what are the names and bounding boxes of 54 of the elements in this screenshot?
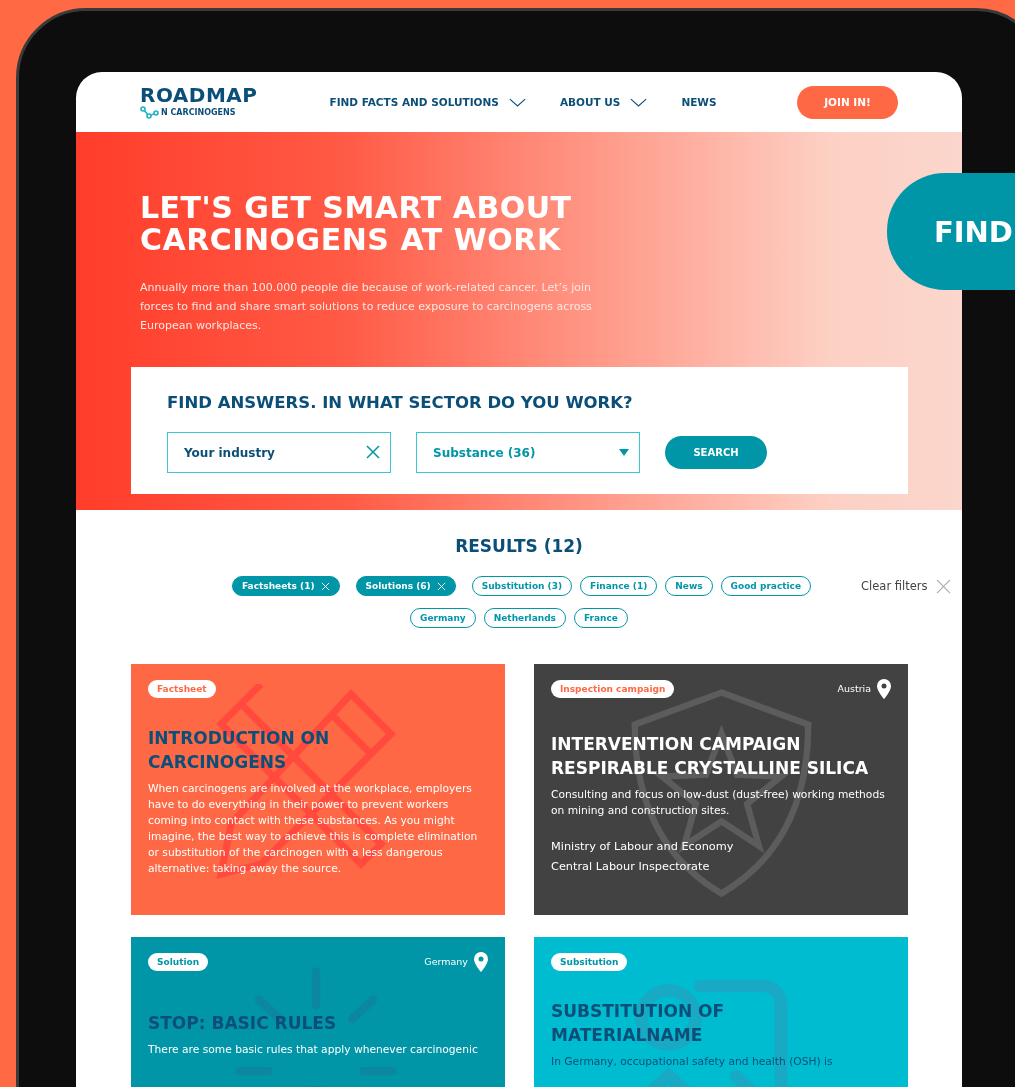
- close-icon: [935, 578, 951, 594]
- filter-chip[interactable]: Substitution (3): [471, 576, 573, 596]
- card-description: When carcinogens are involved at the workplace, employers have to do everything in their power to prevent workers coming into contact with these substances. As you might imagine, the best way to achieve this is complete elimination or substitution of the carcinogen with a less dangerous alternative: taking away the source.: [148, 781, 479, 877]
- card-description: In Germany, occupational safety and health (OSH) is: [551, 1054, 834, 1070]
- filter-chip[interactable]: Germany: [410, 608, 476, 628]
- card-title: STOP: BASIC RULES: [148, 1012, 338, 1035]
- category-tag: Inspection campaign: [551, 679, 675, 698]
- location-label: Austria: [837, 683, 871, 694]
- card-title: INTERVENTION CAMPAIGN RESPIRABLE CRYSTALLINE SILICA: [551, 733, 870, 780]
- hero-title: LET'S GET SMART ABOUT CARCINOGENS AT WORK: [140, 192, 572, 256]
- filter-chip[interactable]: Factsheets (1): [232, 576, 340, 596]
- location-label: Germany: [424, 956, 468, 967]
- clear-icon[interactable]: [366, 445, 380, 459]
- clear-filters-button[interactable]: Clear filters: [861, 578, 951, 594]
- organisation-name: Ministry of Labour and Economy: [551, 839, 735, 855]
- chevron-down-icon: [630, 97, 648, 107]
- nav-link[interactable]: NEWS: [681, 96, 717, 108]
- card-title: INTRODUCTION ON CARCINOGENS: [148, 727, 331, 774]
- search-heading: FIND ANSWERS. IN WHAT SECTOR DO YOU WORK?: [167, 393, 634, 412]
- logo-subtitle: N CARCINOGENS: [161, 108, 236, 117]
- chevron-down-icon: [508, 97, 526, 107]
- nav-link[interactable]: FIND FACTS AND SOLUTIONS: [329, 96, 526, 108]
- filter-chip[interactable]: Solutions (6): [355, 576, 456, 596]
- nav-link[interactable]: ABOUT US: [559, 96, 648, 108]
- join-button[interactable]: JOIN IN!: [797, 85, 898, 119]
- search-button[interactable]: SEARCH: [665, 436, 767, 469]
- find-badge[interactable]: FIND: [887, 173, 1015, 290]
- caret-icon: [619, 449, 629, 456]
- card-description: Consulting and focus on low-dust (dust-free) working methods on mining and construction sites.: [551, 787, 886, 819]
- filter-chip[interactable]: News: [665, 576, 713, 596]
- result-card[interactable]: Subsitution SUBSTITUTION OF MATERIALNAME In Germany, occupational safety and health (OSH) is: [534, 937, 908, 1087]
- hero-text: Annually more than 100.000 people die because of work-related cancer. Let’s join forces to find and share smart solutions to reduce exposure to carcinogens across European workplaces.: [140, 280, 593, 334]
- filter-chip[interactable]: France: [574, 608, 628, 628]
- category-tag: Solution: [148, 952, 209, 971]
- remove-icon[interactable]: [436, 581, 446, 591]
- logo-title[interactable]: ROADMAP: [140, 84, 258, 105]
- filter-chip[interactable]: Netherlands: [483, 608, 566, 628]
- filter-chip[interactable]: Good practice: [720, 576, 812, 596]
- category-tag: Subsitution: [551, 952, 628, 971]
- filter-chip[interactable]: Finance (1): [580, 576, 658, 596]
- category-tag: Factsheet: [148, 679, 216, 698]
- card-title: SUBSTITUTION OF MATERIALNAME: [551, 1000, 726, 1047]
- card-description: There are some basic rules that apply whenever carcinogenic: [148, 1042, 479, 1058]
- result-card[interactable]: [534, 664, 908, 915]
- result-card[interactable]: Solution Germany STOP: BASIC RULES There are some basic rules that apply whenever carcinogenic: [131, 937, 505, 1087]
- map-pin-icon: [877, 678, 891, 699]
- substance-dropdown[interactable]: Substance (36): [416, 432, 640, 473]
- industry-field[interactable]: Your industry: [167, 432, 391, 473]
- molecule-icon: [140, 105, 160, 120]
- remove-icon[interactable]: [320, 581, 330, 591]
- organisation-name: Central Labour Inspectorate: [551, 859, 711, 875]
- results-title: RESULTS (12): [454, 536, 584, 556]
- result-card[interactable]: [131, 664, 505, 915]
- map-pin-icon: [474, 951, 488, 972]
